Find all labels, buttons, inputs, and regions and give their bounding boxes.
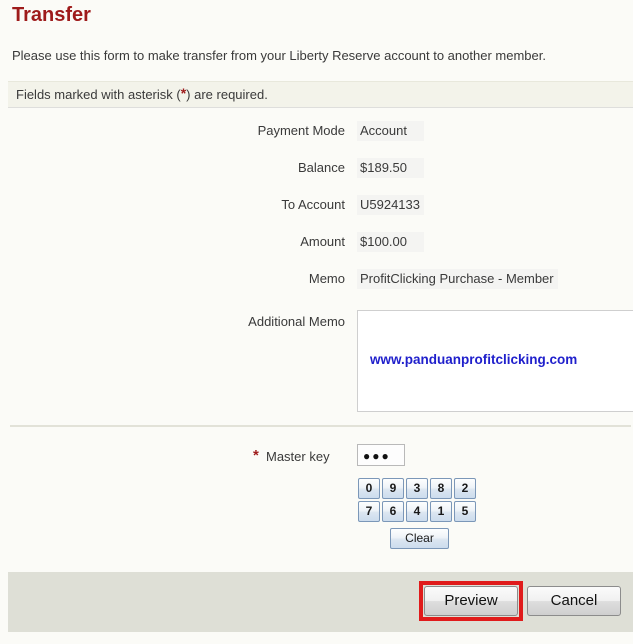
intro-text: Please use this form to make transfer fr… [12,48,546,63]
form-row-balance: Balance $189.50 [0,155,633,192]
form-row-additional-memo: Additional Memo www.panduanprofitclickin… [0,305,633,417]
keypad-key-6[interactable]: 6 [382,501,404,522]
value-memo: ProfitClicking Purchase - Member [357,269,558,289]
virtual-keypad: 0 9 3 8 2 7 6 4 1 5 Clear [358,478,478,549]
keypad-key-1[interactable]: 9 [382,478,404,499]
required-notice-text: Fields marked with asterisk (*) are requ… [16,86,268,102]
preview-button[interactable]: Preview [424,586,518,616]
cancel-button[interactable]: Cancel [527,586,621,616]
keypad-row-2: 7 6 4 1 5 [358,501,478,522]
page-title: Transfer [12,4,91,26]
label-to-account: To Account [281,197,345,212]
section-divider [10,425,631,427]
additional-memo-textarea[interactable]: www.panduanprofitclicking.com [357,310,633,412]
required-fields-notice: Fields marked with asterisk (*) are requ… [8,81,633,108]
keypad-clear-button[interactable]: Clear [390,528,449,549]
keypad-key-8[interactable]: 1 [430,501,452,522]
form-row-memo: Memo ProfitClicking Purchase - Member [0,266,633,303]
form-row-master-key: * Master key ●●● [0,443,633,473]
notice-suffix: ) are required. [186,87,268,102]
value-to-account: U5924133 [357,195,424,215]
value-amount: $100.00 [357,232,424,252]
additional-memo-value: www.panduanprofitclicking.com [370,352,578,367]
keypad-key-0[interactable]: 0 [358,478,380,499]
form-row-payment-mode: Payment Mode Account [0,118,633,155]
label-payment-mode: Payment Mode [257,123,345,138]
keypad-key-2[interactable]: 3 [406,478,428,499]
label-memo: Memo [308,271,345,286]
master-key-input[interactable]: ●●● [357,444,405,466]
value-payment-mode: Account [357,121,424,141]
form-row-to-account: To Account U5924133 [0,192,633,229]
transfer-form: Payment Mode Account Balance $189.50 To … [0,118,633,303]
label-master-key: Master key [266,449,330,464]
keypad-key-4[interactable]: 2 [454,478,476,499]
keypad-key-3[interactable]: 8 [430,478,452,499]
form-row-amount: Amount $100.00 [0,229,633,266]
label-amount: Amount [300,234,345,249]
label-balance: Balance [298,160,345,175]
notice-prefix: Fields marked with asterisk ( [16,87,181,102]
keypad-key-9[interactable]: 5 [454,501,476,522]
master-key-masked-value: ●●● [363,449,391,463]
keypad-key-5[interactable]: 7 [358,501,380,522]
keypad-key-7[interactable]: 4 [406,501,428,522]
value-balance: $189.50 [357,158,424,178]
required-asterisk-icon: * [253,447,259,464]
keypad-row-1: 0 9 3 8 2 [358,478,478,499]
label-additional-memo: Additional Memo [248,314,345,329]
